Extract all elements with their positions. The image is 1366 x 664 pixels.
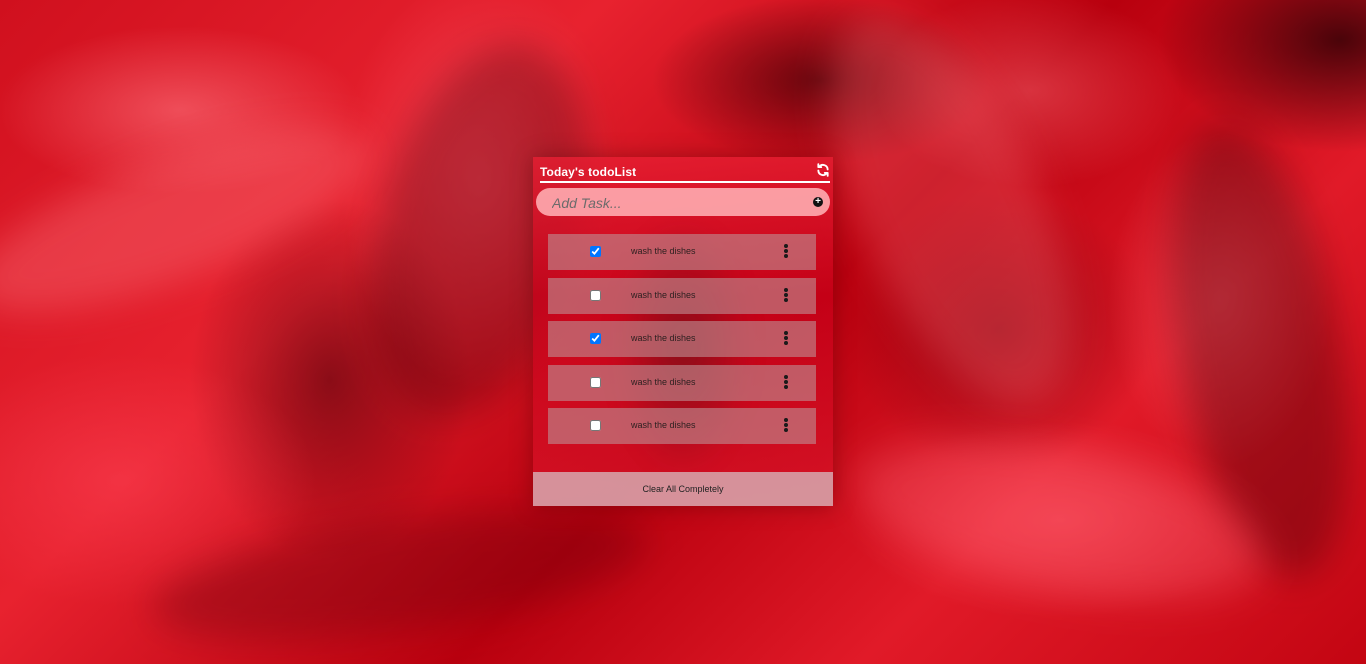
page-title: Today's todoList	[540, 165, 637, 179]
task-text: wash the dishes	[631, 246, 696, 256]
task-text: wash the dishes	[631, 289, 696, 300]
plus-circle-icon: +	[815, 196, 821, 207]
task-checkbox[interactable]	[590, 376, 601, 388]
add-task-input[interactable]	[550, 192, 804, 214]
fabric-highlight	[0, 91, 388, 349]
task-item: wash the dishes	[548, 234, 816, 270]
task-list: wash the dishes wash the dishes wash the…	[548, 234, 816, 452]
task-item: wash the dishes	[548, 408, 816, 444]
task-item: wash the dishes	[548, 321, 816, 357]
task-text: wash the dishes	[631, 376, 696, 387]
task-item: wash the dishes	[548, 277, 816, 314]
add-task-bar: +	[536, 188, 830, 216]
task-text: wash the dishes	[631, 420, 696, 430]
fabric-shadow	[144, 485, 656, 664]
kebab-menu-icon[interactable]	[783, 287, 789, 305]
kebab-menu-icon[interactable]	[783, 374, 789, 392]
refresh-icon[interactable]	[816, 163, 830, 177]
task-checkbox[interactable]	[590, 333, 601, 344]
task-text: wash the dishes	[631, 333, 696, 343]
clear-all-button[interactable]: Clear All Completely	[533, 472, 833, 506]
task-checkbox[interactable]	[590, 289, 601, 301]
kebab-menu-icon[interactable]	[783, 417, 789, 435]
card-header: Today's todoList	[540, 163, 830, 183]
task-checkbox[interactable]	[590, 246, 601, 257]
kebab-menu-icon[interactable]	[783, 330, 789, 348]
task-checkbox[interactable]	[590, 420, 601, 431]
task-item: wash the dishes	[548, 364, 816, 401]
todo-card: Today's todoList + wash the dishes wash …	[533, 157, 833, 506]
kebab-menu-icon[interactable]	[783, 243, 789, 261]
add-task-button[interactable]: +	[813, 197, 823, 207]
